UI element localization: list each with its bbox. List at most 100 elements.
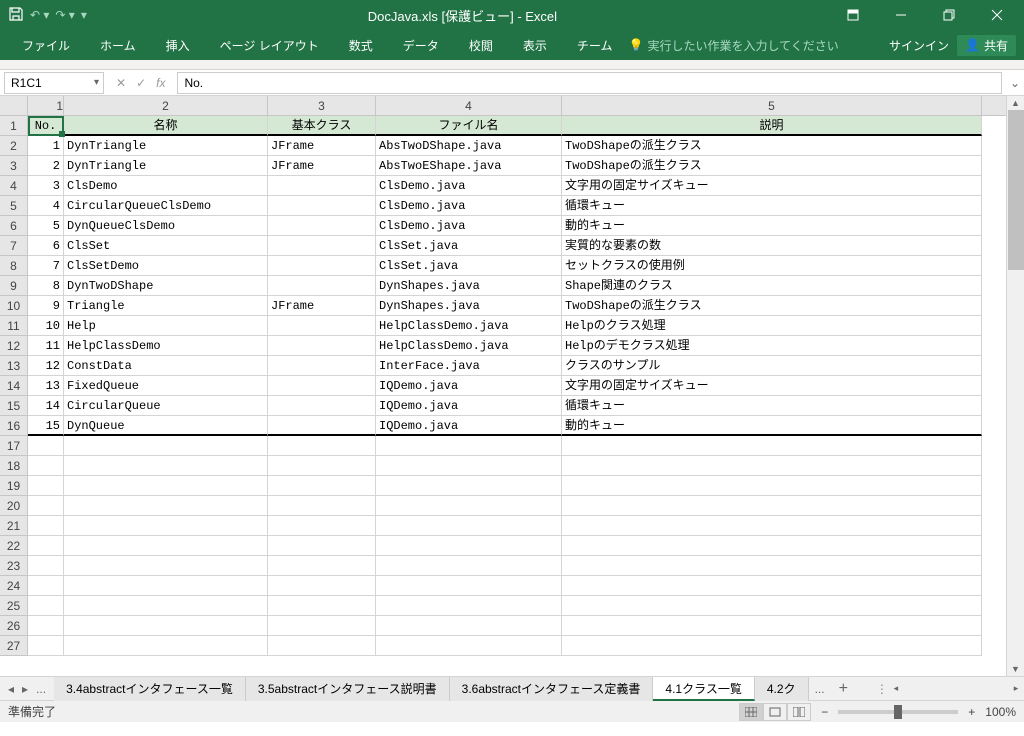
cell[interactable]: 1 xyxy=(28,136,64,156)
cell[interactable]: ConstData xyxy=(64,356,268,376)
cell[interactable]: 循環キュー xyxy=(562,196,982,216)
sheet-tab[interactable]: 4.1クラス一覧 xyxy=(653,677,754,701)
cell[interactable]: Triangle xyxy=(64,296,268,316)
cell[interactable]: 13 xyxy=(28,376,64,396)
minimize-button[interactable] xyxy=(878,0,924,30)
cell[interactable] xyxy=(562,596,982,616)
row-header[interactable]: 19 xyxy=(0,476,28,496)
cell[interactable]: 8 xyxy=(28,276,64,296)
cell[interactable] xyxy=(562,616,982,636)
signin-link[interactable]: サインイン xyxy=(889,37,949,54)
cell[interactable] xyxy=(268,356,376,376)
cell[interactable]: Helpのデモクラス処理 xyxy=(562,336,982,356)
cell[interactable] xyxy=(64,436,268,456)
cell[interactable]: No. xyxy=(28,116,64,136)
cell[interactable] xyxy=(562,436,982,456)
cell[interactable] xyxy=(376,476,562,496)
zoom-in-button[interactable]: + xyxy=(968,705,975,719)
cell[interactable]: DynTriangle xyxy=(64,136,268,156)
cell[interactable] xyxy=(562,516,982,536)
row-header[interactable]: 18 xyxy=(0,456,28,476)
cell[interactable]: ClsSet.java xyxy=(376,256,562,276)
cell[interactable]: 3 xyxy=(28,176,64,196)
column-header[interactable]: 1 xyxy=(28,96,64,115)
zoom-level[interactable]: 100% xyxy=(985,705,1016,719)
cell[interactable] xyxy=(64,516,268,536)
ribbon-display-options[interactable] xyxy=(830,0,876,30)
cell[interactable] xyxy=(268,516,376,536)
column-header[interactable]: 5 xyxy=(562,96,982,115)
hscroll-divider-icon[interactable]: ⋮ xyxy=(876,682,888,696)
cell[interactable] xyxy=(28,456,64,476)
row-header[interactable]: 21 xyxy=(0,516,28,536)
cell[interactable] xyxy=(64,456,268,476)
row-header[interactable]: 1 xyxy=(0,116,28,136)
cell[interactable]: DynTwoDShape xyxy=(64,276,268,296)
cell[interactable] xyxy=(376,496,562,516)
tab-view[interactable]: 表示 xyxy=(509,30,561,60)
cell[interactable] xyxy=(268,556,376,576)
cell[interactable]: IQDemo.java xyxy=(376,396,562,416)
tab-insert[interactable]: 挿入 xyxy=(152,30,204,60)
cell[interactable] xyxy=(268,216,376,236)
row-header[interactable]: 14 xyxy=(0,376,28,396)
row-header[interactable]: 25 xyxy=(0,596,28,616)
cell[interactable]: 動的キュー xyxy=(562,216,982,236)
cell[interactable] xyxy=(562,576,982,596)
cell[interactable] xyxy=(268,256,376,276)
cell[interactable]: CircularQueueClsDemo xyxy=(64,196,268,216)
cell[interactable] xyxy=(64,536,268,556)
tab-ellipsis[interactable]: ... xyxy=(36,682,46,696)
cell[interactable]: 動的キュー xyxy=(562,416,982,436)
row-header[interactable]: 3 xyxy=(0,156,28,176)
cell[interactable]: 11 xyxy=(28,336,64,356)
cell[interactable] xyxy=(562,636,982,656)
cell[interactable] xyxy=(562,496,982,516)
sheet-tab[interactable]: 3.4abstractインタフェース一覧 xyxy=(54,677,246,701)
undo-icon[interactable]: ↶ ▾ xyxy=(30,8,49,22)
redo-icon[interactable]: ↷ ▾ xyxy=(55,8,74,22)
cell[interactable] xyxy=(64,496,268,516)
row-header[interactable]: 13 xyxy=(0,356,28,376)
cell[interactable]: 名称 xyxy=(64,116,268,136)
cell[interactable]: クラスのサンプル xyxy=(562,356,982,376)
cell[interactable]: DynShapes.java xyxy=(376,296,562,316)
scroll-down-icon[interactable]: ▼ xyxy=(1007,662,1024,676)
row-header[interactable]: 16 xyxy=(0,416,28,436)
cell[interactable]: 7 xyxy=(28,256,64,276)
cell[interactable]: ClsSet.java xyxy=(376,236,562,256)
cell[interactable]: ファイル名 xyxy=(376,116,562,136)
cell[interactable] xyxy=(268,616,376,636)
cell[interactable] xyxy=(268,396,376,416)
cell[interactable]: HelpClassDemo.java xyxy=(376,336,562,356)
row-header[interactable]: 15 xyxy=(0,396,28,416)
cell[interactable]: TwoDShapeの派生クラス xyxy=(562,136,982,156)
cell[interactable]: DynShapes.java xyxy=(376,276,562,296)
share-button[interactable]: 👤 共有 xyxy=(957,35,1016,56)
cell[interactable]: ClsDemo.java xyxy=(376,196,562,216)
scroll-right-icon[interactable]: ▸ xyxy=(1008,683,1024,694)
scroll-up-icon[interactable]: ▲ xyxy=(1007,96,1024,110)
cell[interactable]: IQDemo.java xyxy=(376,376,562,396)
cell[interactable] xyxy=(28,636,64,656)
restore-button[interactable] xyxy=(926,0,972,30)
cell[interactable] xyxy=(28,436,64,456)
sheet-tab[interactable]: 4.2ク xyxy=(755,677,809,701)
cell[interactable] xyxy=(562,536,982,556)
tab-review[interactable]: 校閲 xyxy=(455,30,507,60)
cell[interactable]: 5 xyxy=(28,216,64,236)
cell[interactable]: ClsDemo.java xyxy=(376,176,562,196)
cell[interactable] xyxy=(64,616,268,636)
zoom-out-button[interactable]: − xyxy=(821,705,828,719)
scroll-left-icon[interactable]: ◂ xyxy=(888,683,904,694)
enter-formula-icon[interactable]: ✓ xyxy=(136,76,146,90)
tell-me-search[interactable]: 💡 実行したい作業を入力してください xyxy=(628,37,838,54)
cell[interactable]: TwoDShapeの派生クラス xyxy=(562,156,982,176)
cell[interactable]: 4 xyxy=(28,196,64,216)
cell[interactable]: JFrame xyxy=(268,136,376,156)
cell[interactable]: HelpClassDemo xyxy=(64,336,268,356)
cell[interactable]: ClsDemo.java xyxy=(376,216,562,236)
cell[interactable] xyxy=(562,556,982,576)
row-header[interactable]: 23 xyxy=(0,556,28,576)
cell[interactable]: 循環キュー xyxy=(562,396,982,416)
